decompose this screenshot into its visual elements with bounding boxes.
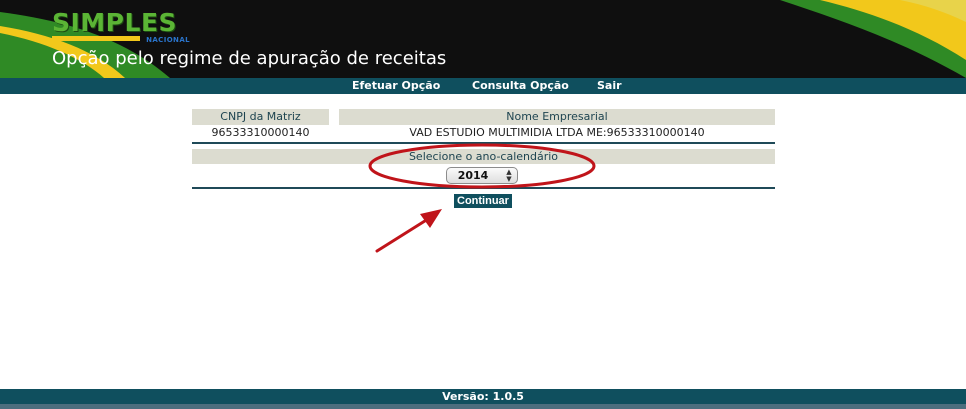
chevron-updown-icon: ▲ ▼: [506, 168, 512, 183]
divider: [192, 142, 775, 144]
logo-stripe: [52, 36, 140, 41]
nav-consulta-opcao[interactable]: Consulta Opção: [472, 79, 569, 93]
arrow-shaft: [375, 217, 430, 253]
logo-subtitle: NACIONAL: [146, 36, 190, 44]
year-label: Selecione o ano-calendário: [192, 149, 775, 164]
simples-logo: SIMPLES NACIONAL: [52, 9, 194, 45]
nome-value: VAD ESTUDIO MULTIMIDIA LTDA ME:965333100…: [409, 126, 705, 139]
header-banner: SIMPLES NACIONAL Opção pelo regime de ap…: [0, 0, 966, 78]
continue-button[interactable]: Continuar: [454, 194, 512, 208]
nav-sair[interactable]: Sair: [597, 79, 622, 93]
year-select[interactable]: 2014 ▲ ▼: [446, 167, 518, 184]
page-title: Opção pelo regime de apuração de receita…: [52, 48, 447, 69]
footer-strip: [0, 404, 966, 409]
arrow-icon: [420, 209, 442, 228]
nome-header: Nome Empresarial: [339, 109, 775, 125]
divider: [192, 187, 775, 189]
cnpj-value: 96533310000140: [211, 126, 310, 139]
logo-text: SIMPLES: [52, 8, 178, 37]
cnpj-header: CNPJ da Matriz: [192, 109, 329, 125]
nav-efetuar-opcao[interactable]: Efetuar Opção: [352, 79, 440, 93]
year-select-value: 2014: [457, 169, 489, 182]
footer-version: Versão: 1.0.5: [0, 389, 966, 404]
nav-bar: Efetuar Opção Consulta Opção Sair: [0, 78, 966, 94]
